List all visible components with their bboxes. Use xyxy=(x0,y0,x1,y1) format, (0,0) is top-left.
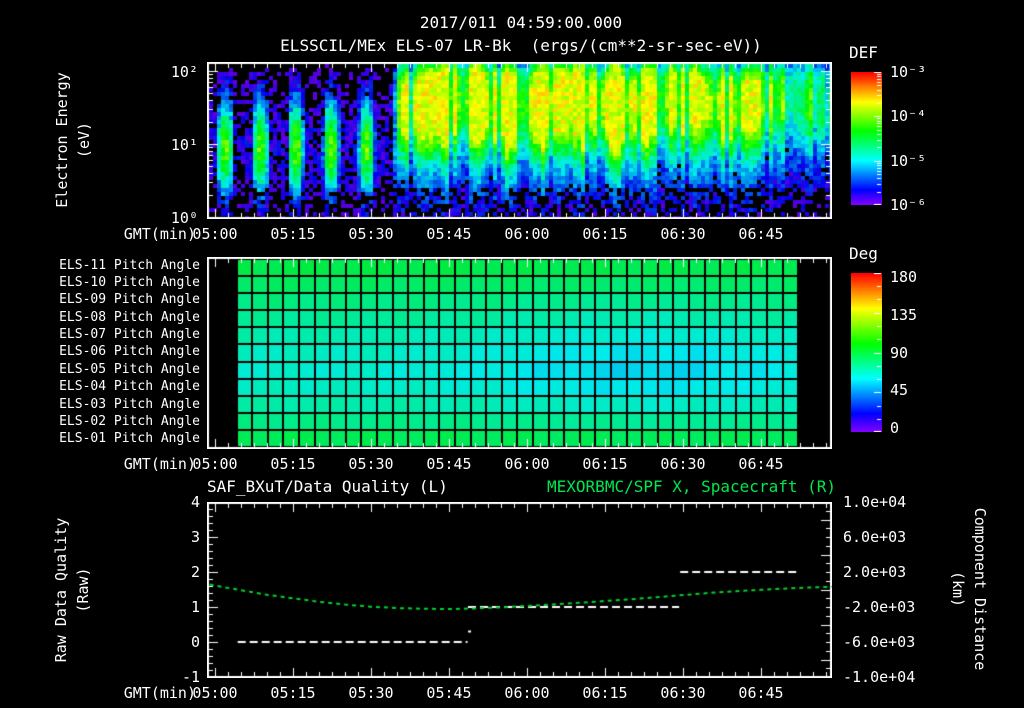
def-colorbar-tick-label: 10⁻⁵ xyxy=(890,152,927,170)
def-colorbar-tick-label: 10⁻⁴ xyxy=(890,107,927,125)
quality-y-tick-label: 2 xyxy=(190,563,200,581)
x-tick-label: 06:00 xyxy=(504,225,550,243)
pitch-row-label: ELS-09 Pitch Angle xyxy=(59,292,200,307)
distance-y-tick-label: -1.0e+04 xyxy=(843,668,916,686)
x-tick-label: 06:45 xyxy=(738,225,784,243)
x-tick-label: 05:00 xyxy=(192,455,238,473)
deg-colorbar-tick-label: 0 xyxy=(890,419,900,437)
distance-y-tick-label: 6.0e+03 xyxy=(843,528,907,546)
deg-colorbar xyxy=(851,273,882,432)
pitch-row-label: ELS-10 Pitch Angle xyxy=(59,275,200,290)
pitch-row-label: ELS-06 Pitch Angle xyxy=(59,344,200,359)
deg-colorbar-tick-label: 45 xyxy=(890,381,909,399)
distance-y-tick-label: -6.0e+03 xyxy=(843,633,916,651)
x-tick-label: 06:15 xyxy=(582,684,628,702)
spectrogram-y-axis-label: Electron Energy (eV) xyxy=(51,72,95,207)
quality-line-plot-canvas xyxy=(207,502,832,678)
plot-title-instrument: ELSSCIL/MEx ELS-07 LR-Bk (ergs/(cm**2-sr… xyxy=(280,36,762,55)
x-tick-label: 05:30 xyxy=(348,684,394,702)
distance-y-tick-label: 1.0e+04 xyxy=(843,493,907,511)
pitch-row-label: ELS-04 Pitch Angle xyxy=(59,379,200,394)
quality-y-axis-label-right: Component Distance (km) xyxy=(947,508,991,671)
pitch-row-label: ELS-05 Pitch Angle xyxy=(59,362,200,377)
x-tick-label: 06:45 xyxy=(738,684,784,702)
pitch-angle-heatmap-canvas xyxy=(207,257,832,449)
def-colorbar xyxy=(851,72,882,205)
deg-colorbar-tick-label: 90 xyxy=(890,344,909,362)
quality-y-tick-label: 0 xyxy=(190,633,200,651)
quality-y-axis-label-left-line2: (Raw) xyxy=(74,567,92,613)
gmt-axis-label: GMT(min) xyxy=(123,684,196,702)
x-tick-label: 05:15 xyxy=(270,455,316,473)
quality-y-axis-label-right-line2: (km) xyxy=(949,570,967,608)
x-tick-label: 06:00 xyxy=(504,684,550,702)
electron-energy-spectrogram-canvas xyxy=(207,62,832,219)
x-tick-label: 06:30 xyxy=(660,455,706,473)
def-colorbar-tick-label: 10⁻³ xyxy=(890,63,927,81)
distance-y-tick-label: -2.0e+03 xyxy=(843,598,916,616)
quality-y-axis-label-left: Raw Data Quality (Raw) xyxy=(50,518,94,663)
pitch-row-label: ELS-11 Pitch Angle xyxy=(59,258,200,273)
quality-title-left: SAF_BXuT/Data Quality (L) xyxy=(207,477,448,496)
pitch-row-label: ELS-07 Pitch Angle xyxy=(59,327,200,342)
gmt-axis-label: GMT(min) xyxy=(123,225,196,243)
spectrogram-y-tick-label: 10² xyxy=(170,63,198,81)
pitch-row-label: ELS-01 Pitch Angle xyxy=(59,431,200,446)
x-tick-label: 05:45 xyxy=(426,684,472,702)
plot-title-date: 2017/011 04:59:00.000 xyxy=(419,13,623,32)
quality-y-tick-label: 1 xyxy=(190,598,200,616)
deg-colorbar-title: Deg xyxy=(849,244,878,263)
x-tick-label: 05:15 xyxy=(270,225,316,243)
x-tick-label: 05:45 xyxy=(426,225,472,243)
x-tick-label: 05:30 xyxy=(348,225,394,243)
pitch-row-label: ELS-02 Pitch Angle xyxy=(59,414,200,429)
quality-title-right: MEXORBMC/SPF X, Spacecraft (R) xyxy=(547,477,836,496)
x-tick-label: 06:30 xyxy=(660,225,706,243)
distance-y-tick-label: 2.0e+03 xyxy=(843,563,907,581)
x-tick-label: 05:15 xyxy=(270,684,316,702)
spectrogram-y-tick-label: 10¹ xyxy=(170,136,198,154)
quality-y-tick-label: 4 xyxy=(190,493,200,511)
x-tick-label: 06:15 xyxy=(582,225,628,243)
gmt-axis-label: GMT(min) xyxy=(123,455,196,473)
x-tick-label: 06:30 xyxy=(660,684,706,702)
x-tick-label: 05:45 xyxy=(426,455,472,473)
pitch-row-label: ELS-03 Pitch Angle xyxy=(59,397,200,412)
x-tick-label: 06:45 xyxy=(738,455,784,473)
x-tick-label: 06:15 xyxy=(582,455,628,473)
spectrogram-y-axis-label-line1: Electron Energy xyxy=(53,72,71,208)
quality-y-axis-label-right-line1: Component Distance xyxy=(971,507,989,671)
spectrogram-y-axis-label-line2: (eV) xyxy=(75,121,93,159)
deg-colorbar-tick-label: 135 xyxy=(890,306,918,324)
quality-y-axis-label-left-line1: Raw Data Quality xyxy=(52,517,70,663)
quality-y-tick-label: 3 xyxy=(190,528,200,546)
def-colorbar-tick-label: 10⁻⁶ xyxy=(890,196,927,214)
x-tick-label: 05:00 xyxy=(192,225,238,243)
x-tick-label: 05:00 xyxy=(192,684,238,702)
pitch-row-label: ELS-08 Pitch Angle xyxy=(59,310,200,325)
x-tick-label: 06:00 xyxy=(504,455,550,473)
deg-colorbar-tick-label: 180 xyxy=(890,268,918,286)
plot-screen: 2017/011 04:59:00.000 ELSSCIL/MEx ELS-07… xyxy=(0,0,1024,708)
def-colorbar-title: DEF xyxy=(849,43,878,62)
x-tick-label: 05:30 xyxy=(348,455,394,473)
